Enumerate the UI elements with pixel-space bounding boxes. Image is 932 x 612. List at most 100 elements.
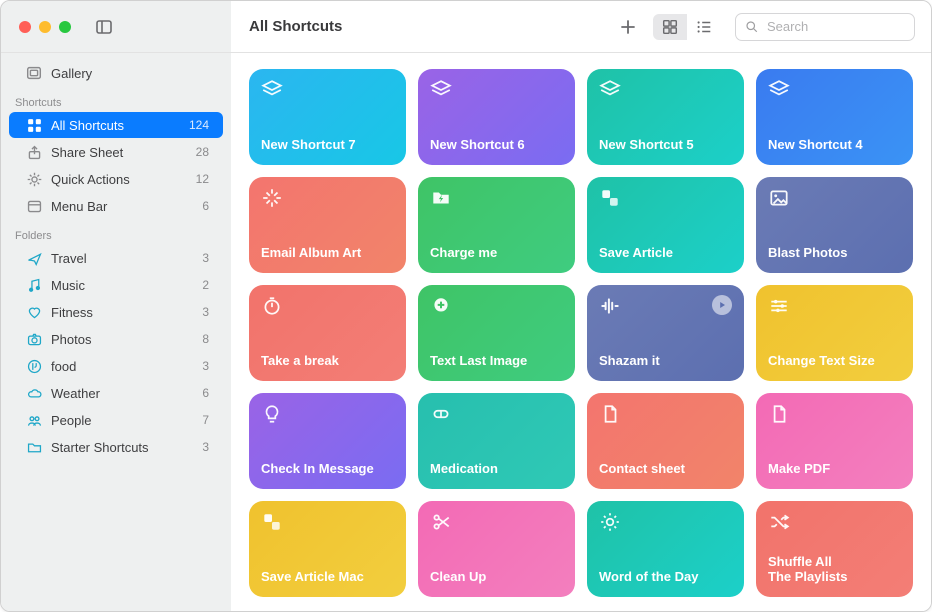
shortcut-card[interactable]: Medication (418, 393, 575, 489)
shortcut-label: Email Album Art (261, 246, 394, 261)
close-window-button[interactable] (19, 21, 31, 33)
main-content: New Shortcut 7 New Shortcut 6 New Shortcut… (231, 53, 931, 611)
shortcut-label: Medication (430, 462, 563, 477)
sidebar-item-all-shortcuts[interactable]: All Shortcuts124 (9, 112, 223, 138)
sidebar-section-shortcuts: Shortcuts (1, 87, 231, 111)
shortcut-card[interactable]: Word of the Day (587, 501, 744, 597)
sliders-icon (768, 295, 790, 317)
app-window: All Shortcuts (0, 0, 932, 612)
shortcut-grid: New Shortcut 7 New Shortcut 6 New Shortcut… (249, 69, 913, 597)
shortcut-label: Clean Up (430, 570, 563, 585)
sidebar-item-label: Weather (51, 386, 100, 401)
shortcut-card[interactable]: Check In Message (249, 393, 406, 489)
sidebar-item-count: 6 (202, 199, 209, 213)
sidebar-section-folders: Folders (1, 220, 231, 244)
titlebar-right: All Shortcuts (231, 1, 931, 52)
sidebar-item-label: Menu Bar (51, 199, 107, 214)
sidebar-item-label: Photos (51, 332, 91, 347)
heart-icon (25, 303, 43, 321)
folder-icon (25, 438, 43, 456)
shortcut-label: Shazam it (599, 354, 732, 369)
grid-icon (25, 116, 43, 134)
plane-icon (25, 249, 43, 267)
doc-icon (599, 403, 621, 425)
layers-icon (599, 79, 621, 101)
shortcut-card[interactable]: Save Article Mac (249, 501, 406, 597)
sidebar-item-count: 28 (196, 145, 209, 159)
search-input[interactable] (767, 19, 932, 34)
sidebar-item-label: Starter Shortcuts (51, 440, 149, 455)
window-controls (19, 21, 71, 33)
toggle-sidebar-button[interactable] (93, 17, 115, 37)
search-field[interactable] (735, 13, 915, 41)
shortcut-label: Change Text Size (768, 354, 901, 369)
shortcut-card[interactable]: New Shortcut 4 (756, 69, 913, 165)
fullscreen-window-button[interactable] (59, 21, 71, 33)
shortcut-card[interactable]: New Shortcut 7 (249, 69, 406, 165)
body: Gallery Shortcuts All Shortcuts124Share … (1, 53, 931, 611)
pill-icon (430, 403, 452, 425)
titlebar: All Shortcuts (1, 1, 931, 53)
sidebar-item-label: Fitness (51, 305, 93, 320)
shortcut-card[interactable]: New Shortcut 5 (587, 69, 744, 165)
fork-icon (25, 357, 43, 375)
shortcut-card[interactable]: Charge me (418, 177, 575, 273)
shortcut-label: New Shortcut 6 (430, 138, 563, 153)
sidebar-item-starter-shortcuts[interactable]: Starter Shortcuts3 (9, 434, 223, 460)
shortcut-card[interactable]: Blast Photos (756, 177, 913, 273)
sidebar-item-count: 3 (202, 359, 209, 373)
sidebar-item-label: Quick Actions (51, 172, 130, 187)
shortcut-label: New Shortcut 7 (261, 138, 394, 153)
sidebar-item-label: All Shortcuts (51, 118, 124, 133)
sidebar-item-food[interactable]: food3 (9, 353, 223, 379)
gallery-icon (25, 64, 43, 82)
shortcut-card[interactable]: Contact sheet (587, 393, 744, 489)
sidebar-item-travel[interactable]: Travel3 (9, 245, 223, 271)
shortcut-label: Save Article (599, 246, 732, 261)
layers-icon (261, 79, 283, 101)
waveform-icon (599, 295, 621, 317)
sidebar-item-weather[interactable]: Weather6 (9, 380, 223, 406)
grid-view-button[interactable] (653, 14, 687, 40)
sidebar-item-gallery[interactable]: Gallery (9, 60, 223, 86)
shortcut-label: Blast Photos (768, 246, 901, 261)
page-title: All Shortcuts (249, 18, 342, 35)
toolbar (613, 13, 915, 41)
shortcut-card[interactable]: Shuffle AllThe Playlists (756, 501, 913, 597)
bulb-icon (261, 403, 283, 425)
people-icon (25, 411, 43, 429)
shortcut-card[interactable]: Text Last Image (418, 285, 575, 381)
shortcut-card[interactable]: Make PDF (756, 393, 913, 489)
sidebar-item-music[interactable]: Music2 (9, 272, 223, 298)
minimize-window-button[interactable] (39, 21, 51, 33)
sidebar-item-menu-bar[interactable]: Menu Bar 6 (9, 193, 223, 219)
shortcut-card[interactable]: Shazam it (587, 285, 744, 381)
sidebar-item-count: 2 (202, 278, 209, 292)
shortcut-card[interactable]: Save Article (587, 177, 744, 273)
sidebar-item-fitness[interactable]: Fitness3 (9, 299, 223, 325)
shortcut-card[interactable]: Clean Up (418, 501, 575, 597)
sidebar-item-quick-actions[interactable]: Quick Actions12 (9, 166, 223, 192)
new-shortcut-button[interactable] (613, 13, 643, 41)
shortcut-label: Shuffle AllThe Playlists (768, 555, 901, 585)
shortcut-card[interactable]: New Shortcut 6 (418, 69, 575, 165)
shortcut-card[interactable]: Email Album Art (249, 177, 406, 273)
sidebar-item-label: Share Sheet (51, 145, 123, 160)
bolt-folder-icon (430, 187, 452, 209)
shortcut-card[interactable]: Change Text Size (756, 285, 913, 381)
timer-icon (261, 295, 283, 317)
shortcut-card[interactable]: Take a break (249, 285, 406, 381)
sparkle-icon (261, 187, 283, 209)
sidebar-item-share-sheet[interactable]: Share Sheet 28 (9, 139, 223, 165)
shortcut-label: Word of the Day (599, 570, 732, 585)
list-view-button[interactable] (687, 14, 721, 40)
sidebar-item-label: Travel (51, 251, 87, 266)
view-mode-segment (653, 14, 721, 40)
cloud-icon (25, 384, 43, 402)
sidebar-item-people[interactable]: People7 (9, 407, 223, 433)
doc-icon (768, 403, 790, 425)
sidebar-item-photos[interactable]: Photos8 (9, 326, 223, 352)
play-icon[interactable] (712, 295, 732, 315)
shortcut-label: New Shortcut 4 (768, 138, 901, 153)
translate-icon (261, 511, 283, 533)
